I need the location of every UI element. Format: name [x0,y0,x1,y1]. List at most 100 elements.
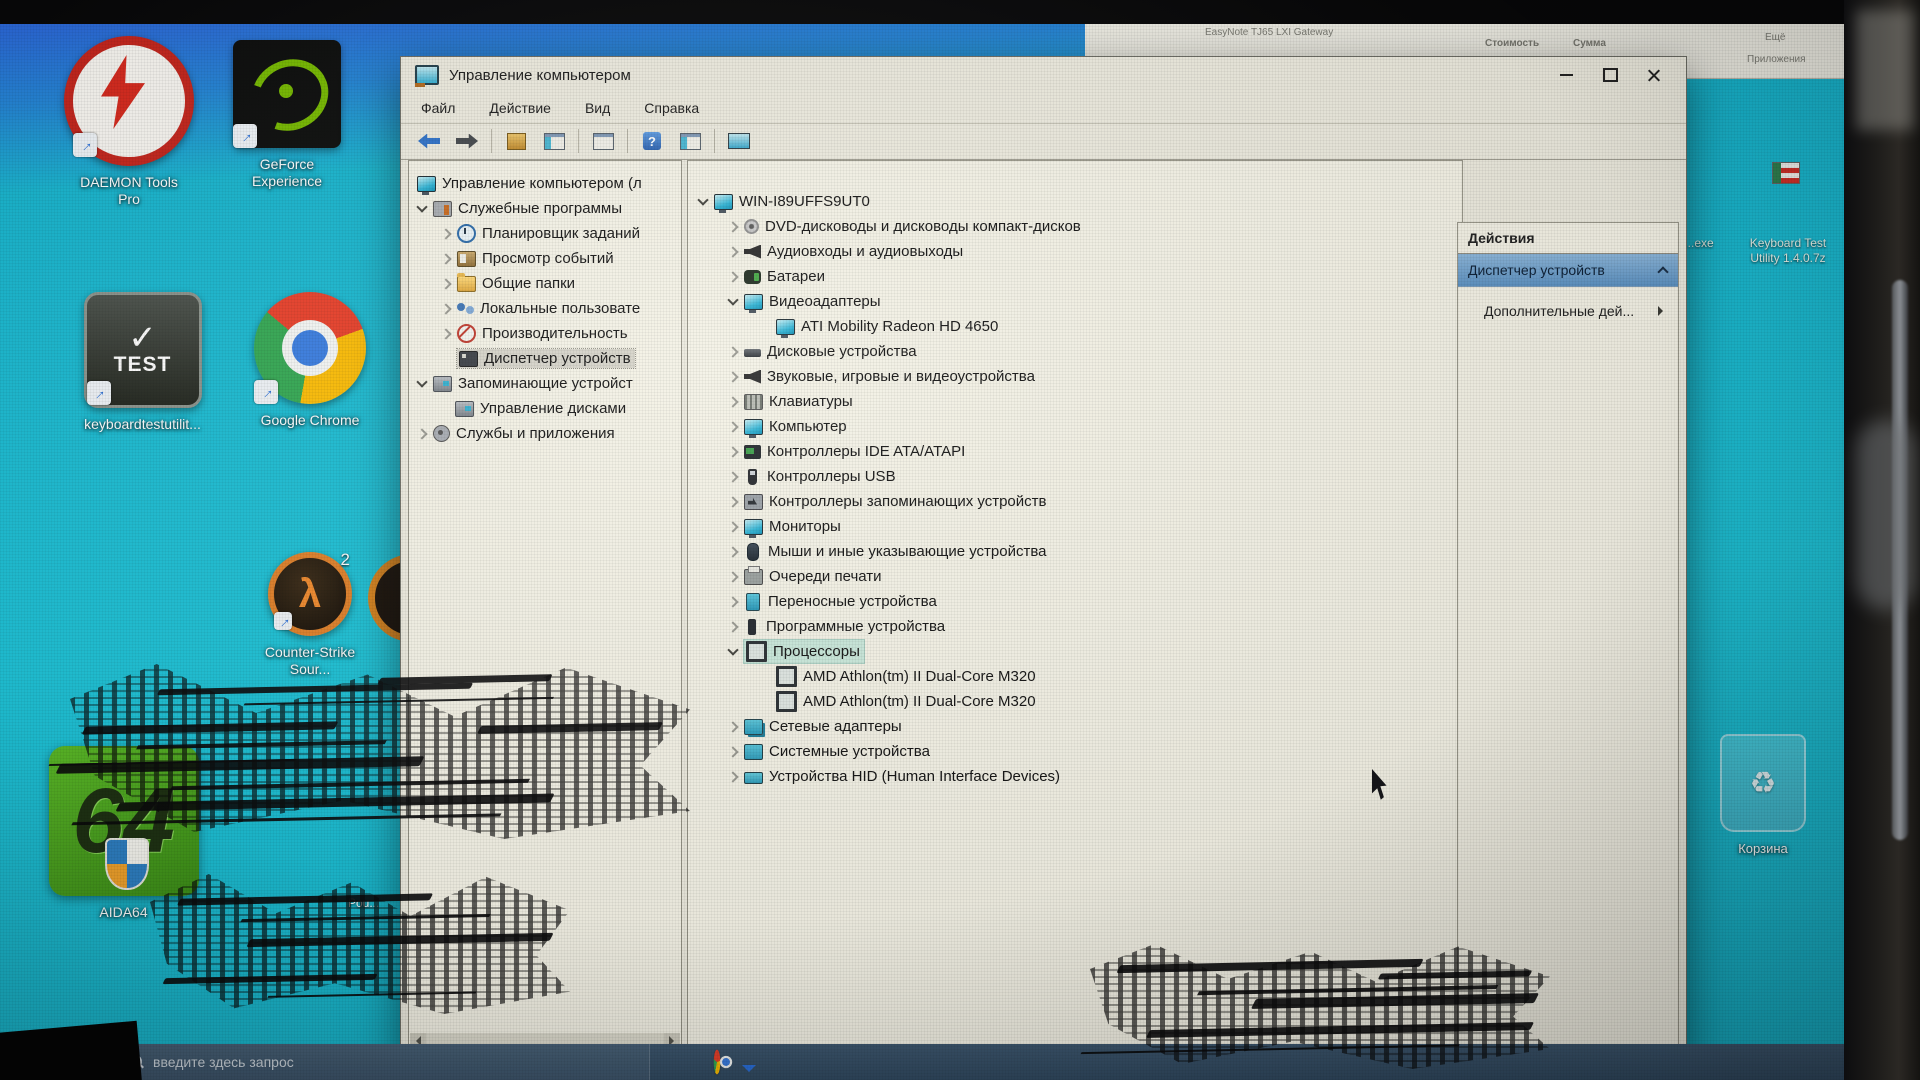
taskbar-search[interactable]: введите здесь запрос [115,1044,650,1080]
tree-item-shared-folders[interactable]: Общие папки [409,271,681,296]
device-row[interactable]: ATI Mobility Radeon HD 4650 [688,314,1462,339]
device-row[interactable]: Видеоадаптеры [688,289,1462,314]
tree-item-services[interactable]: Службы и приложения [409,421,681,446]
chevron-right-icon[interactable] [728,597,738,607]
device-row[interactable]: Сетевые адаптеры [688,714,1462,739]
menu-file[interactable]: Файл [421,100,455,116]
chevron-right-icon[interactable] [441,329,451,339]
chevron-right-icon[interactable] [728,272,738,282]
tree-item-disk-management[interactable]: Управление дисками [409,396,681,421]
chevron-up-icon[interactable] [1658,265,1668,275]
chevron-right-icon[interactable] [728,572,738,582]
chevron-down-icon[interactable] [698,197,708,207]
chevron-right-icon[interactable] [728,422,738,432]
close-button[interactable] [1632,61,1676,89]
menu-view[interactable]: Вид [585,100,610,116]
tree-item-local-users[interactable]: Локальные пользовате [409,296,681,321]
taskbar-chrome[interactable] [702,1047,732,1077]
forward-button[interactable] [453,128,481,154]
device-row[interactable]: Мыши и иные указывающие устройства [688,539,1462,564]
chevron-right-icon[interactable] [728,472,738,482]
actions-more[interactable]: Дополнительные дей... [1458,295,1678,327]
device-row[interactable]: Дисковые устройства [688,339,1462,364]
tree-item-performance[interactable]: Производительность [409,321,681,346]
chevron-right-icon[interactable] [728,722,738,732]
chevron-right-icon[interactable] [728,247,738,257]
chevron-right-icon[interactable] [441,304,451,314]
maximize-button[interactable] [1588,61,1632,89]
actions-device-manager[interactable]: Диспетчер устройств [1458,254,1678,287]
device-row[interactable]: Контроллеры запоминающих устройств [688,489,1462,514]
tree-root[interactable]: Управление компьютером (л [409,171,681,196]
chevron-down-icon[interactable] [417,204,427,214]
device-row[interactable]: Системные устройства [688,739,1462,764]
device-row[interactable]: Программные устройства [688,614,1462,639]
device-row[interactable]: Батареи [688,264,1462,289]
chevron-right-icon[interactable] [728,547,738,557]
bgapp-apps-link[interactable]: Приложения [1747,54,1806,65]
chevron-right-icon[interactable] [728,397,738,407]
device-row[interactable]: Устройства HID (Human Interface Devices) [688,764,1462,789]
chevron-right-icon[interactable] [728,347,738,357]
tree-item-task-scheduler[interactable]: Планировщик заданий [409,221,681,246]
tree-item-system-tools[interactable]: Служебные программы [409,196,681,221]
device-row[interactable]: Мониторы [688,514,1462,539]
chevron-right-icon[interactable] [441,229,451,239]
device-row[interactable]: Контроллеры USB [688,464,1462,489]
chevron-right-icon[interactable] [728,497,738,507]
document-icon [507,133,526,150]
chevron-right-icon[interactable] [728,222,738,232]
properties-button[interactable] [589,128,617,154]
desktop-icon-counter-strike[interactable]: λ 2 → Counter-Strike Sour... [230,552,390,678]
chevron-right-icon[interactable] [728,772,738,782]
chevron-right-icon[interactable] [728,522,738,532]
show-window-button[interactable] [676,128,704,154]
chevron-down-icon[interactable] [728,647,738,657]
device-row[interactable]: Аудиовходы и аудиовыходы [688,239,1462,264]
device-row[interactable]: Очереди печати [688,564,1462,589]
desktop-icon-keyboard-test[interactable]: ✓ TEST → keyboardtestutilit... [50,292,235,433]
device-row[interactable]: Компьютер [688,414,1462,439]
device-tree-pane: WIN-I89UFFS9UT0 DVD-дисководы и дисковод… [687,160,1463,1051]
recycle-bin[interactable]: ♻ Корзина [1708,734,1818,857]
chevron-down-icon[interactable] [728,297,738,307]
chevron-right-icon[interactable] [417,429,427,439]
minimize-button[interactable] [1544,61,1588,89]
device-root[interactable]: WIN-I89UFFS9UT0 [688,189,1462,214]
keyboard-icon [744,394,763,410]
back-button[interactable] [415,128,443,154]
device-row[interactable]: Звуковые, игровые и видеоустройства [688,364,1462,389]
chevron-down-icon[interactable] [417,379,427,389]
help-button[interactable]: ? [638,128,666,154]
chevron-right-icon[interactable] [728,372,738,382]
chevron-right-icon[interactable] [441,254,451,264]
chevron-right-icon[interactable] [728,747,738,757]
title-bar[interactable]: Управление компьютером [401,57,1686,93]
keyboard-test-file-icon[interactable] [1772,162,1800,184]
desktop-icon-chrome[interactable]: → Google Chrome [235,292,385,429]
tree-item-event-viewer[interactable]: Просмотр событий [409,246,681,271]
device-row[interactable]: AMD Athlon(tm) II Dual-Core M320 [688,664,1462,689]
device-row[interactable]: Клавиатуры [688,389,1462,414]
console-window-icon [544,133,565,150]
chevron-right-icon[interactable] [728,447,738,457]
desktop-icon-daemon-tools[interactable]: → DAEMON Tools Pro [44,36,214,208]
bgapp-more-link[interactable]: Ещё [1765,32,1785,43]
device-row[interactable]: Контроллеры IDE ATA/ATAPI [688,439,1462,464]
file-label-keyboard-test[interactable]: Keyboard Test Utility 1.4.0.7z [1728,236,1848,266]
chevron-right-icon[interactable] [441,279,451,289]
device-row[interactable]: DVD-дисководы и дисководы компакт-дисков [688,214,1462,239]
console-tree-button[interactable] [540,128,568,154]
tree-item-device-manager[interactable]: Диспетчер устройств [409,346,681,371]
menu-action[interactable]: Действие [489,100,551,116]
device-row[interactable]: Переносные устройства [688,589,1462,614]
tree-item-storage[interactable]: Запоминающие устройст [409,371,681,396]
device-row-processors[interactable]: Процессоры [688,639,1462,664]
chevron-right-icon[interactable] [728,622,738,632]
device-row[interactable]: AMD Athlon(tm) II Dual-Core M320 [688,689,1462,714]
export-button[interactable] [502,128,530,154]
desktop-icon-geforce[interactable]: → GeForce Experience [212,40,362,190]
monitor-icon [744,519,763,535]
menu-help[interactable]: Справка [644,100,699,116]
scan-hardware-button[interactable] [725,128,753,154]
